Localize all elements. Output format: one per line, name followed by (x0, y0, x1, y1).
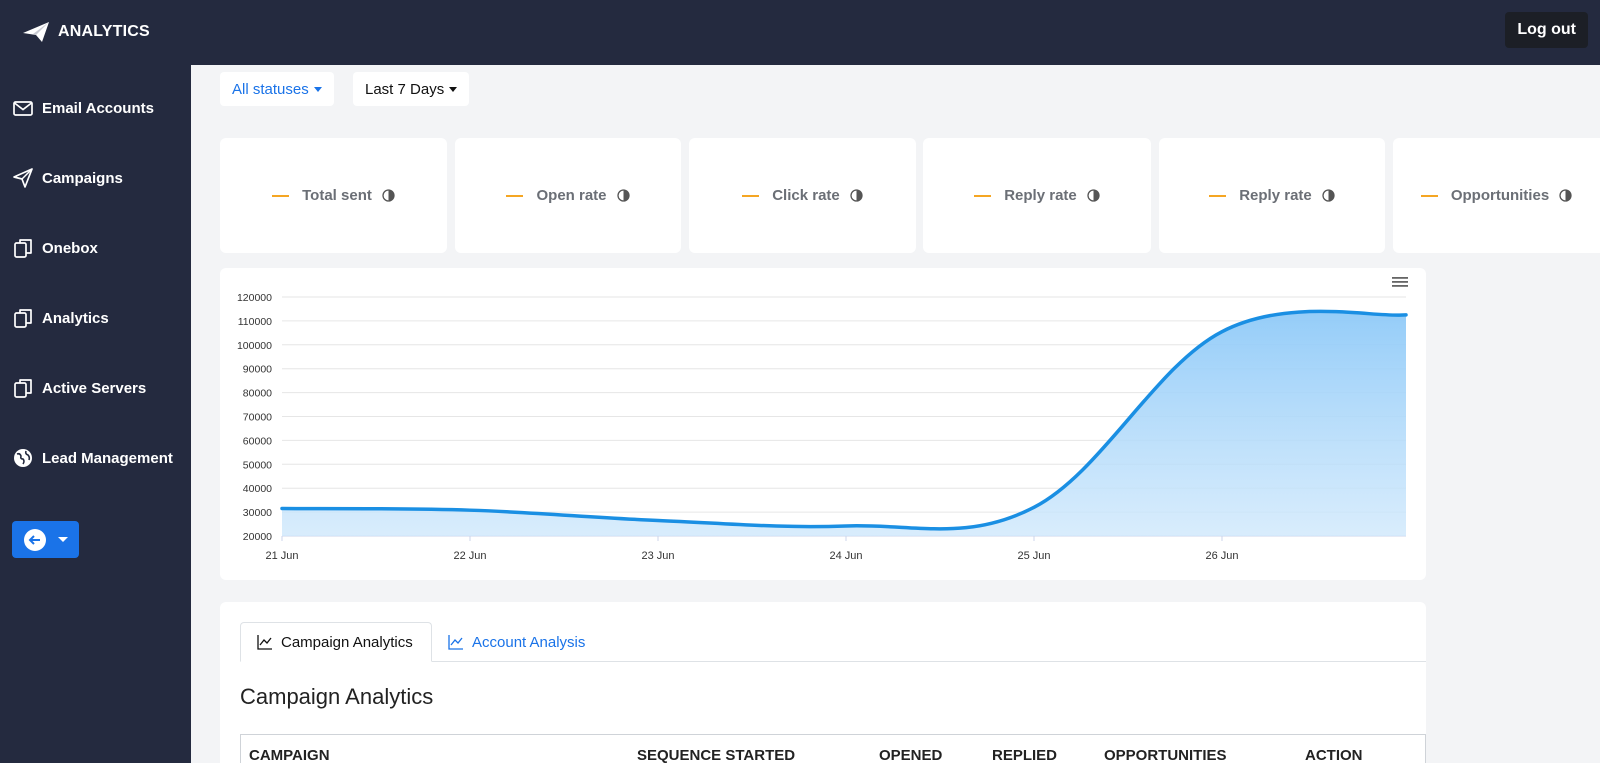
y-tick-label: 70000 (243, 412, 272, 424)
stat-label: Click rate (772, 187, 840, 204)
sidebar-item-label: Active Servers (42, 379, 147, 397)
sidebar-action-dropdown[interactable] (12, 521, 79, 558)
caret-down-icon (313, 86, 322, 92)
copy-icon (14, 379, 32, 398)
campaign-table-header: CAMPAIGN SEQUENCE STARTED OPENED REPLIED… (240, 734, 1426, 763)
stat-label: Total sent (302, 187, 372, 204)
brand[interactable]: ANALYTICS (22, 20, 150, 44)
area-chart: 20000 30000 40000 50000 60000 70000 80000 90000… (237, 292, 1408, 562)
info-icon[interactable] (616, 189, 630, 202)
y-tick-label: 90000 (243, 364, 272, 376)
stat-card-reply-rate-2: Reply rate (1159, 138, 1385, 253)
x-tick-label: 25 Jun (1017, 550, 1050, 562)
info-icon[interactable] (382, 189, 395, 202)
y-tick-label: 30000 (243, 507, 272, 519)
arrow-left-icon (24, 528, 46, 551)
y-tick-label: 100000 (237, 340, 272, 352)
line-chart-icon (448, 635, 463, 650)
line-chart-icon (257, 635, 272, 650)
chart-menu-icon[interactable] (1392, 276, 1408, 288)
stat-dash (742, 194, 760, 197)
tab-label: Campaign Analytics (281, 633, 413, 651)
section-title: Campaign Analytics (240, 684, 434, 709)
info-icon[interactable] (1322, 189, 1335, 202)
column-header[interactable]: ACTION (1305, 747, 1363, 763)
x-tick-label: 26 Jun (1205, 550, 1238, 562)
app-title: ANALYTICS (58, 23, 150, 40)
status-filter-value: All statuses (232, 80, 309, 98)
top-bar: ANALYTICS Log out (0, 0, 1600, 65)
caret-down-icon (58, 537, 68, 542)
stat-label: Reply rate (1239, 187, 1312, 204)
stat-card-opportunities: Opportunities (1393, 138, 1600, 253)
sidebar: Email Accounts Campaigns Onebox Analytic… (0, 65, 191, 763)
stat-label: Reply rate (1004, 187, 1077, 204)
stat-card-click-rate: Click rate (689, 138, 916, 253)
sidebar-item-onebox[interactable]: Onebox (12, 235, 187, 261)
sidebar-item-email-accounts[interactable]: Email Accounts (12, 95, 187, 121)
copy-icon (14, 239, 32, 258)
logout-button[interactable]: Log out (1505, 12, 1588, 48)
stat-card-open-rate: Open rate (455, 138, 681, 253)
stat-dash (506, 194, 524, 197)
y-tick-label: 20000 (243, 531, 272, 543)
send-icon (13, 168, 33, 188)
tab-campaign-analytics[interactable]: Campaign Analytics (240, 622, 432, 662)
stat-card-reply-rate: Reply rate (923, 138, 1151, 253)
info-icon[interactable] (850, 189, 863, 202)
sidebar-item-active-servers[interactable]: Active Servers (12, 375, 187, 401)
x-tick-label: 24 Jun (829, 550, 862, 562)
info-icon[interactable] (1559, 189, 1572, 202)
column-header[interactable]: OPENED (879, 747, 942, 763)
stat-dash (1209, 194, 1227, 197)
date-range-dropdown[interactable]: Last 7 Days (353, 72, 470, 106)
analytics-tabs-card: Campaign Analytics Account Analysis Camp… (220, 602, 1426, 763)
sidebar-item-analytics[interactable]: Analytics (12, 305, 187, 331)
tab-account-analysis[interactable]: Account Analysis (448, 622, 585, 662)
sidebar-item-label: Email Accounts (42, 99, 154, 117)
mail-icon (13, 101, 33, 116)
globe-icon (14, 449, 32, 467)
column-header[interactable]: SEQUENCE STARTED (637, 747, 795, 763)
column-header[interactable]: OPPORTUNITIES (1104, 747, 1227, 763)
stat-label: Opportunities (1450, 187, 1550, 204)
x-tick-label: 21 Jun (265, 550, 298, 562)
stat-dash (974, 194, 992, 197)
stat-dash (272, 194, 290, 197)
column-header[interactable]: REPLIED (992, 747, 1057, 763)
stat-dash (1420, 194, 1438, 197)
y-tick-label: 60000 (243, 435, 272, 447)
status-filter-dropdown[interactable]: All statuses (220, 72, 334, 106)
copy-icon (14, 309, 32, 328)
stat-card-total-sent: Total sent (220, 138, 447, 253)
sidebar-item-lead-management[interactable]: Lead Management (12, 445, 187, 471)
y-tick-label: 80000 (243, 388, 272, 400)
y-tick-label: 120000 (237, 292, 272, 304)
sidebar-item-campaigns[interactable]: Campaigns (12, 165, 187, 191)
sidebar-item-label: Campaigns (42, 169, 123, 187)
date-range-value: Last 7 Days (365, 80, 445, 98)
y-tick-label: 110000 (238, 316, 272, 328)
tab-label: Account Analysis (472, 633, 586, 651)
column-header[interactable]: CAMPAIGN (249, 747, 330, 763)
caret-down-icon (449, 86, 458, 92)
x-tick-label: 23 Jun (641, 550, 674, 562)
stat-label: Open rate (536, 187, 607, 204)
x-tick-label: 22 Jun (453, 550, 486, 562)
chart-card: 20000 30000 40000 50000 60000 70000 80000 90000… (220, 268, 1426, 580)
info-icon[interactable] (1087, 189, 1100, 202)
y-tick-label: 40000 (243, 483, 272, 495)
sidebar-item-label: Onebox (42, 239, 98, 257)
sidebar-item-label: Lead Management (42, 449, 173, 467)
paper-plane-icon (23, 22, 49, 42)
sidebar-item-label: Analytics (42, 309, 109, 327)
y-tick-label: 50000 (243, 459, 272, 471)
